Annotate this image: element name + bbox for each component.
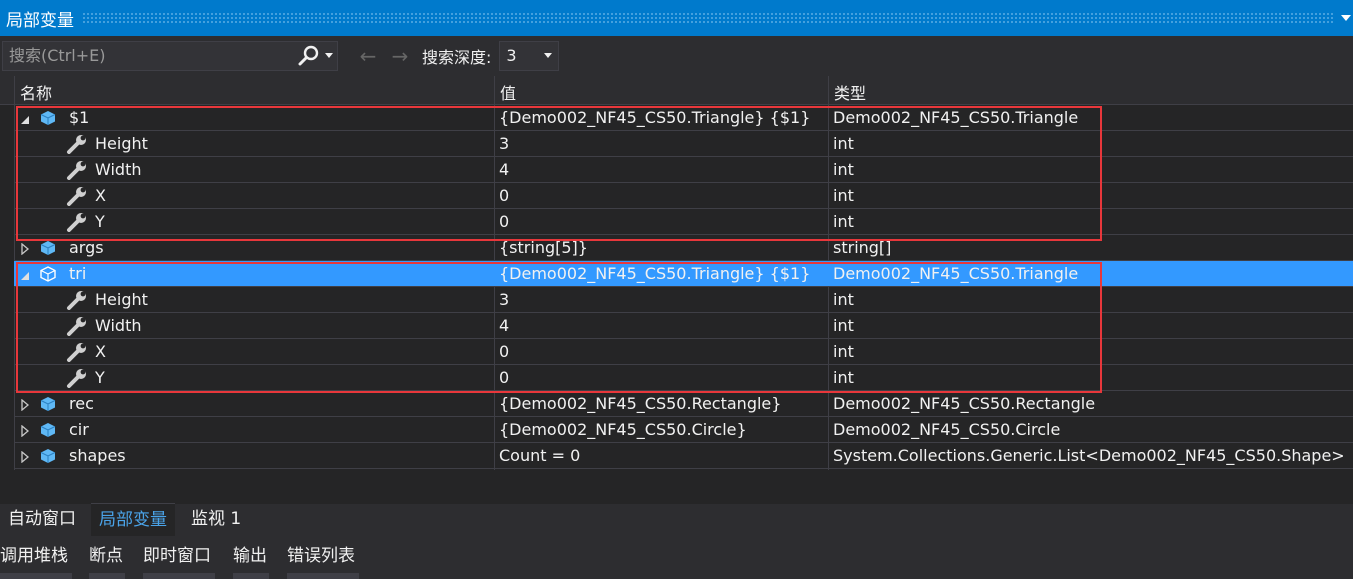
search-box[interactable]	[2, 40, 338, 71]
collapsed-arrow-icon[interactable]	[20, 422, 32, 438]
tab-locals[interactable]: 局部变量	[91, 503, 175, 536]
panel-title: 局部变量	[6, 10, 74, 31]
title-grip[interactable]	[82, 12, 1335, 24]
collapsed-arrow-icon[interactable]	[20, 396, 32, 412]
tab-underline	[233, 573, 269, 579]
variable-cube-icon	[40, 448, 56, 468]
variable-cube-icon	[40, 422, 56, 442]
search-back-arrow-icon[interactable]: ←	[352, 44, 384, 68]
collapsed-arrow-icon[interactable]	[20, 240, 32, 256]
row-value[interactable]: {Demo002_NF45_CS50.Rectangle}	[499, 394, 781, 413]
row-name: cir	[69, 420, 89, 439]
highlight-box	[16, 106, 1102, 241]
search-icon[interactable]	[297, 42, 321, 70]
panel-title-bar: 局部变量	[0, 0, 1353, 36]
search-input[interactable]	[3, 45, 297, 66]
chevron-down-icon[interactable]	[544, 53, 553, 58]
dropdown-arrow-icon[interactable]	[1339, 15, 1353, 21]
table-row[interactable]: rec {Demo002_NF45_CS50.Rectangle} Demo002_…	[14, 391, 1353, 417]
search-depth-value: 3	[506, 46, 517, 65]
search-depth-label: 搜索深度:	[422, 47, 492, 67]
table-row[interactable]: shapes Count = 0 System.Collections.Generi…	[14, 443, 1353, 469]
tab-breakpoints[interactable]: 断点	[89, 540, 123, 572]
tab-output[interactable]: 输出	[233, 540, 267, 572]
highlight-box	[16, 262, 1102, 393]
row-name: shapes	[69, 446, 126, 465]
tab-autos[interactable]: 自动窗口	[0, 503, 84, 535]
tab-error-list[interactable]: 错误列表	[287, 540, 355, 572]
variable-cube-icon	[40, 240, 56, 260]
tab-underline	[143, 573, 215, 579]
tab-watch-1[interactable]: 监视 1	[183, 503, 249, 535]
tab-immediate-window[interactable]: 即时窗口	[143, 540, 211, 572]
tab-underline	[0, 573, 72, 579]
row-value[interactable]: Count = 0	[499, 446, 580, 465]
locals-grid: 名称 值 类型 $1 {Demo002_NF45_CS50.Triangle} {…	[0, 76, 1353, 504]
toolbar: ← → 搜索深度: 3	[0, 36, 1353, 75]
column-header-name[interactable]: 名称	[20, 80, 52, 104]
tool-window-tabs: 自动窗口 局部变量 监视 1	[0, 503, 1353, 536]
tab-call-stack[interactable]: 调用堆栈	[0, 540, 68, 572]
column-header-value[interactable]: 值	[500, 80, 516, 104]
search-options-chevron-icon[interactable]	[321, 42, 337, 70]
row-type: Demo002_NF45_CS50.Circle	[833, 420, 1061, 439]
row-value[interactable]: {Demo002_NF45_CS50.Circle}	[499, 420, 747, 439]
row-name: rec	[69, 394, 94, 413]
search-depth-select[interactable]: 3	[499, 40, 560, 71]
row-type: Demo002_NF45_CS50.Rectangle	[833, 394, 1096, 413]
tab-underline	[287, 573, 359, 579]
grid-header: 名称 值 类型	[0, 76, 1353, 105]
tab-underline	[89, 573, 125, 579]
row-type: System.Collections.Generic.List<Demo002_…	[833, 446, 1345, 465]
search-forward-arrow-icon[interactable]: →	[384, 44, 416, 68]
bottom-panel-tabs: 调用堆栈 断点 即时窗口 输出 错误列表	[0, 540, 1353, 579]
variable-cube-icon	[40, 396, 56, 416]
column-header-type[interactable]: 类型	[834, 80, 866, 104]
table-row[interactable]: cir {Demo002_NF45_CS50.Circle} Demo002_NF4…	[14, 417, 1353, 443]
collapsed-arrow-icon[interactable]	[20, 448, 32, 464]
